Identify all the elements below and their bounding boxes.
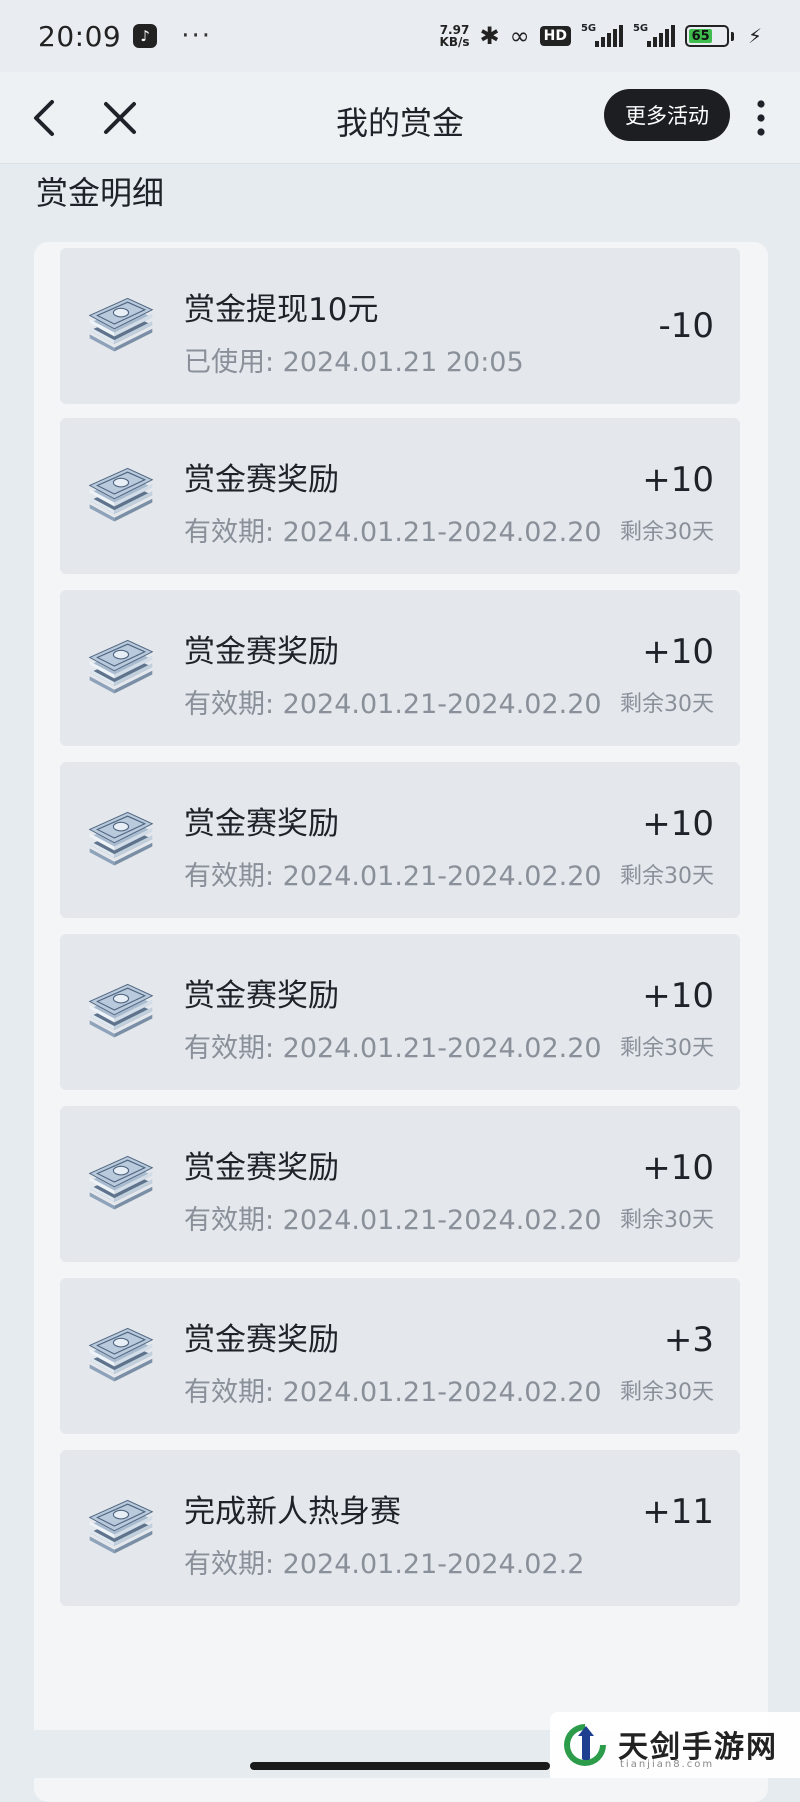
record-title: 赏金赛奖励 bbox=[184, 978, 339, 1014]
money-stack-icon bbox=[89, 983, 153, 1039]
record-remaining: 剩余30天 bbox=[620, 692, 714, 717]
signal-icon-sim1: 5G bbox=[580, 23, 623, 47]
more-notifications-icon: ··· bbox=[181, 21, 212, 51]
charging-icon: ⚡ bbox=[747, 24, 762, 48]
record-title: 赏金赛奖励 bbox=[184, 1150, 339, 1186]
record-title: 赏金提现10元 bbox=[184, 292, 379, 328]
status-bar: 20:09 ♪ ··· 7.97 KB/s ✱ ∞ HD 5G 5G 65 ⚡ bbox=[0, 0, 800, 72]
bounty-record-newbie[interactable]: 完成新人热身赛 有效期: 2024.01.21-2024.02.2 +11 bbox=[60, 1450, 740, 1606]
money-stack-icon bbox=[89, 297, 153, 353]
signal-icon-sim2: 5G bbox=[632, 23, 675, 47]
status-left: 20:09 ♪ ··· bbox=[38, 20, 212, 53]
battery-level: 65 bbox=[688, 29, 713, 44]
record-remaining: 剩余30天 bbox=[620, 1208, 714, 1233]
hd-icon: HD bbox=[539, 26, 571, 46]
record-subtitle: 有效期: 2024.01.21-2024.02.2 bbox=[184, 1549, 585, 1580]
record-amount: +10 bbox=[642, 1148, 714, 1188]
record-title: 赏金赛奖励 bbox=[184, 1322, 339, 1358]
record-title: 完成新人热身赛 bbox=[184, 1494, 401, 1530]
record-amount: +10 bbox=[642, 976, 714, 1016]
record-subtitle: 有效期: 2024.01.21-2024.02.20 bbox=[184, 861, 602, 892]
record-amount: +10 bbox=[642, 460, 714, 500]
watermark-logo-icon bbox=[564, 1724, 606, 1766]
bounty-record[interactable]: 赏金赛奖励 有效期: 2024.01.21-2024.02.20 +10 剩余3… bbox=[60, 590, 740, 746]
status-right: 7.97 KB/s ✱ ∞ HD 5G 5G 65 ⚡ bbox=[440, 22, 762, 50]
bounty-record[interactable]: 赏金赛奖励 有效期: 2024.01.21-2024.02.20 +10 剩余3… bbox=[60, 762, 740, 918]
network-speed: 7.97 KB/s bbox=[440, 24, 470, 48]
sim2-network-label: 5G bbox=[632, 23, 649, 34]
watermark: 天剑手游网 tianjian8.com bbox=[550, 1712, 800, 1778]
battery-icon: 65 bbox=[684, 25, 734, 47]
money-stack-icon bbox=[89, 467, 153, 523]
watermark-subtext: tianjian8.com bbox=[620, 1759, 715, 1770]
section-title: 赏金明细 bbox=[36, 174, 165, 212]
record-amount: +3 bbox=[663, 1320, 714, 1360]
record-subtitle: 有效期: 2024.01.21-2024.02.20 bbox=[184, 1033, 602, 1064]
link-icon: ∞ bbox=[509, 22, 530, 50]
bounty-record[interactable]: 赏金赛奖励 有效期: 2024.01.21-2024.02.20 +3 剩余30… bbox=[60, 1278, 740, 1434]
record-remaining: 剩余30天 bbox=[620, 1380, 714, 1405]
record-subtitle: 有效期: 2024.01.21-2024.02.20 bbox=[184, 1205, 602, 1236]
bounty-record[interactable]: 赏金赛奖励 有效期: 2024.01.21-2024.02.20 +10 剩余3… bbox=[60, 418, 740, 574]
bounty-record-withdraw[interactable]: 赏金提现10元 已使用: 2024.01.21 20:05 -10 bbox=[60, 248, 740, 404]
sim1-network-label: 5G bbox=[580, 23, 597, 34]
record-title: 赏金赛奖励 bbox=[184, 634, 339, 670]
record-amount: +11 bbox=[642, 1492, 714, 1532]
tiktok-icon: ♪ bbox=[133, 24, 158, 48]
network-speed-unit: KB/s bbox=[439, 35, 470, 49]
record-subtitle: 已使用: 2024.01.21 20:05 bbox=[184, 347, 524, 378]
record-title: 赏金赛奖励 bbox=[184, 462, 339, 498]
money-stack-icon bbox=[89, 1327, 153, 1383]
money-stack-icon bbox=[89, 1499, 153, 1555]
bounty-record[interactable]: 赏金赛奖励 有效期: 2024.01.21-2024.02.20 +10 剩余3… bbox=[60, 934, 740, 1090]
nav-bar: 我的赏金 更多活动 bbox=[0, 72, 800, 164]
record-remaining: 剩余30天 bbox=[620, 864, 714, 889]
more-activities-button[interactable]: 更多活动 bbox=[604, 89, 730, 141]
record-remaining: 剩余30天 bbox=[620, 520, 714, 545]
record-title: 赏金赛奖励 bbox=[184, 806, 339, 842]
record-remaining: 剩余30天 bbox=[620, 1036, 714, 1061]
record-amount: +10 bbox=[642, 804, 714, 844]
bounty-record[interactable]: 赏金赛奖励 有效期: 2024.01.21-2024.02.20 +10 剩余3… bbox=[60, 1106, 740, 1262]
money-stack-icon bbox=[89, 1155, 153, 1211]
record-amount: -10 bbox=[658, 306, 714, 346]
money-stack-icon bbox=[89, 639, 153, 695]
record-subtitle: 有效期: 2024.01.21-2024.02.20 bbox=[184, 1377, 602, 1408]
record-amount: +10 bbox=[642, 632, 714, 672]
record-subtitle: 有效期: 2024.01.21-2024.02.20 bbox=[184, 689, 602, 720]
more-options-icon[interactable] bbox=[746, 94, 776, 142]
money-stack-icon bbox=[89, 811, 153, 867]
bluetooth-icon: ✱ bbox=[479, 22, 500, 50]
status-time: 20:09 bbox=[38, 19, 122, 53]
record-subtitle: 有效期: 2024.01.21-2024.02.20 bbox=[184, 517, 602, 548]
home-indicator[interactable] bbox=[250, 1762, 550, 1770]
